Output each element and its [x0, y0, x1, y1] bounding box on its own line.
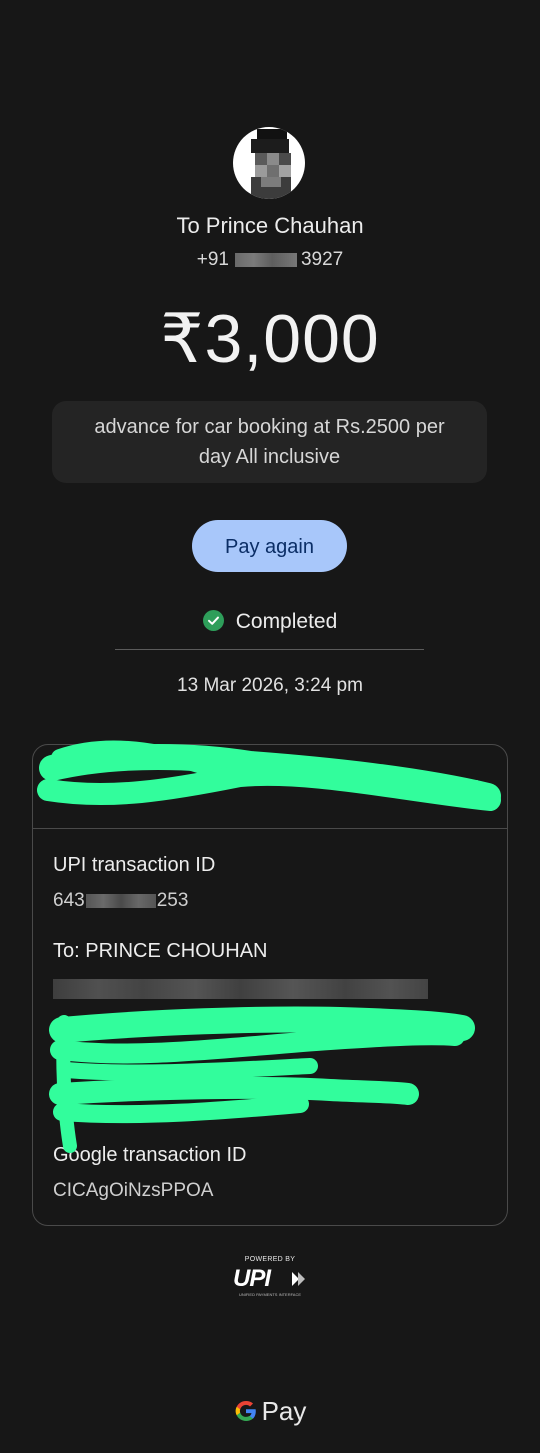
- gpay-wordmark: Pay: [261, 1396, 307, 1426]
- scribble-low: [49, 1076, 419, 1105]
- google-pay-logo: Pay: [0, 1396, 540, 1427]
- upi-wordmark: UPI: [233, 1265, 271, 1292]
- upi-tagline: UNIFIED PAYMENTS INTERFACE: [238, 1292, 302, 1297]
- upi-powered-by: POWERED BY: [244, 1256, 296, 1263]
- upi-arrow-icon: [292, 1272, 305, 1286]
- google-g-icon: [235, 1401, 256, 1421]
- scribble-low-2: [53, 1095, 309, 1124]
- redaction-scribbles: [37, 740, 501, 1153]
- scribble-tail: [56, 1015, 77, 1153]
- upi-logo: POWERED BY UPI UNIFIED PAYMENTS INTERFAC…: [229, 1256, 311, 1302]
- scribble-mid-3: [58, 1058, 318, 1081]
